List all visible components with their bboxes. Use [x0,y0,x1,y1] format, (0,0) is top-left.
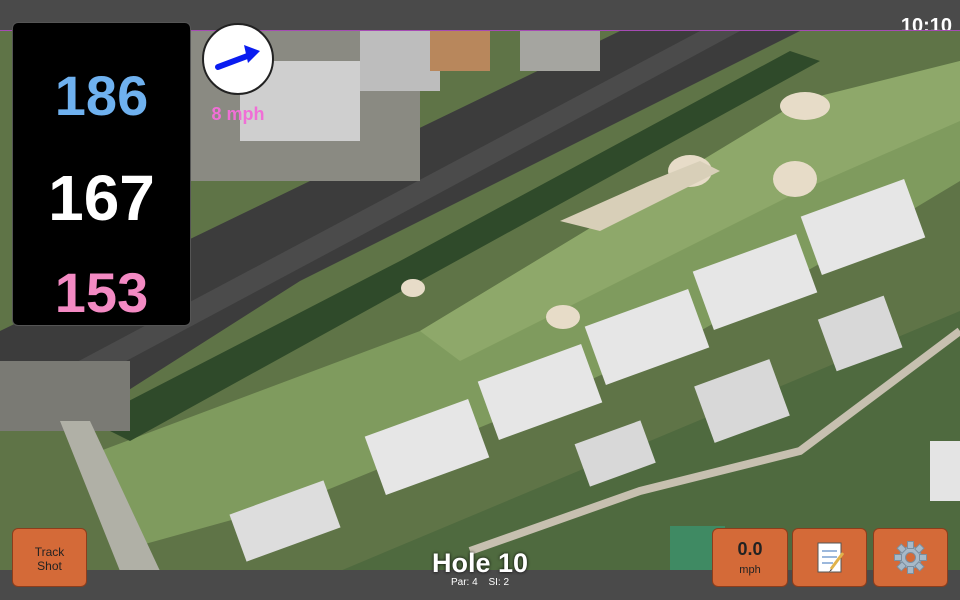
notes-button[interactable] [792,528,867,587]
back-distance: 186 [54,64,149,127]
center-distance: 167 [48,162,155,234]
hole-info: Par: 4 SI: 2 [380,577,580,588]
notepad-icon [817,542,845,573]
yardage-panel: 186 167 153 [12,22,191,326]
wind-indicator [202,23,274,95]
arrow-icon [215,45,260,70]
hole-stroke-index: SI: 2 [488,577,510,588]
wind-speed-label: 8 mph [211,104,265,124]
track-shot-label-line1: Track [34,545,65,559]
front-distance: 153 [54,261,149,324]
hole-par: Par: 4 [450,577,478,588]
track-shot-label-line2: Shot [37,559,62,573]
speed-button[interactable]: 0.0 mph [712,528,788,587]
settings-button[interactable] [873,528,948,587]
gear-icon [894,541,927,574]
track-shot-button[interactable]: Track Shot [12,528,87,587]
speed-value: 0.0 [737,539,763,559]
speed-unit: mph [739,564,761,576]
hole-title: Hole 10 [431,548,529,578]
